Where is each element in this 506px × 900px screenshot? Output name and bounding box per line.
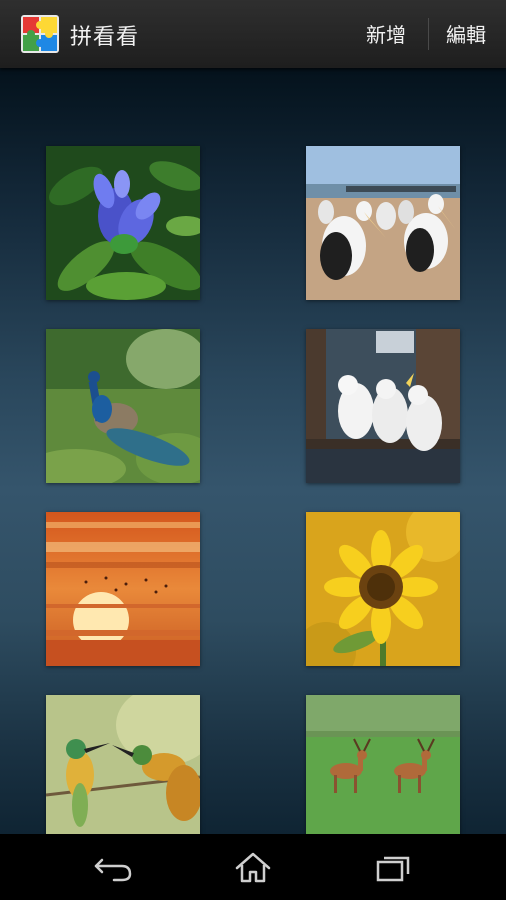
puzzle-tile-cockatoos[interactable] <box>306 329 460 483</box>
puzzle-tile-blue-flower[interactable] <box>46 146 200 300</box>
image-thumbnail-icon <box>46 695 200 834</box>
puzzle-tile-pelicans[interactable] <box>306 146 460 300</box>
puzzle-tile-peacock[interactable] <box>46 329 200 483</box>
edit-button[interactable]: 編輯 <box>446 19 486 48</box>
image-thumbnail-icon <box>306 146 460 300</box>
image-thumbnail-icon <box>46 329 200 483</box>
puzzle-tile-sunset[interactable] <box>46 512 200 666</box>
image-thumbnail-icon <box>46 512 200 666</box>
back-icon[interactable] <box>92 848 136 886</box>
navigation-bar <box>0 834 506 900</box>
image-thumbnail-icon <box>306 512 460 666</box>
add-button[interactable]: 新增 <box>366 19 406 48</box>
recent-apps-icon[interactable] <box>372 848 416 886</box>
action-bar: 拼看看 新增 編輯 <box>0 0 506 68</box>
image-thumbnail-icon <box>306 329 460 483</box>
puzzle-tile-sunflower[interactable] <box>306 512 460 666</box>
app-logo-icon <box>21 15 59 53</box>
puzzle-tile-bee-eaters[interactable] <box>46 695 200 834</box>
image-thumbnail-icon <box>46 146 200 300</box>
image-thumbnail-icon <box>306 695 460 834</box>
app-title: 拼看看 <box>70 25 140 50</box>
puzzle-tile-deer[interactable] <box>306 695 460 834</box>
home-icon[interactable] <box>231 848 275 886</box>
puzzle-grid <box>0 68 506 834</box>
action-divider <box>428 18 429 50</box>
